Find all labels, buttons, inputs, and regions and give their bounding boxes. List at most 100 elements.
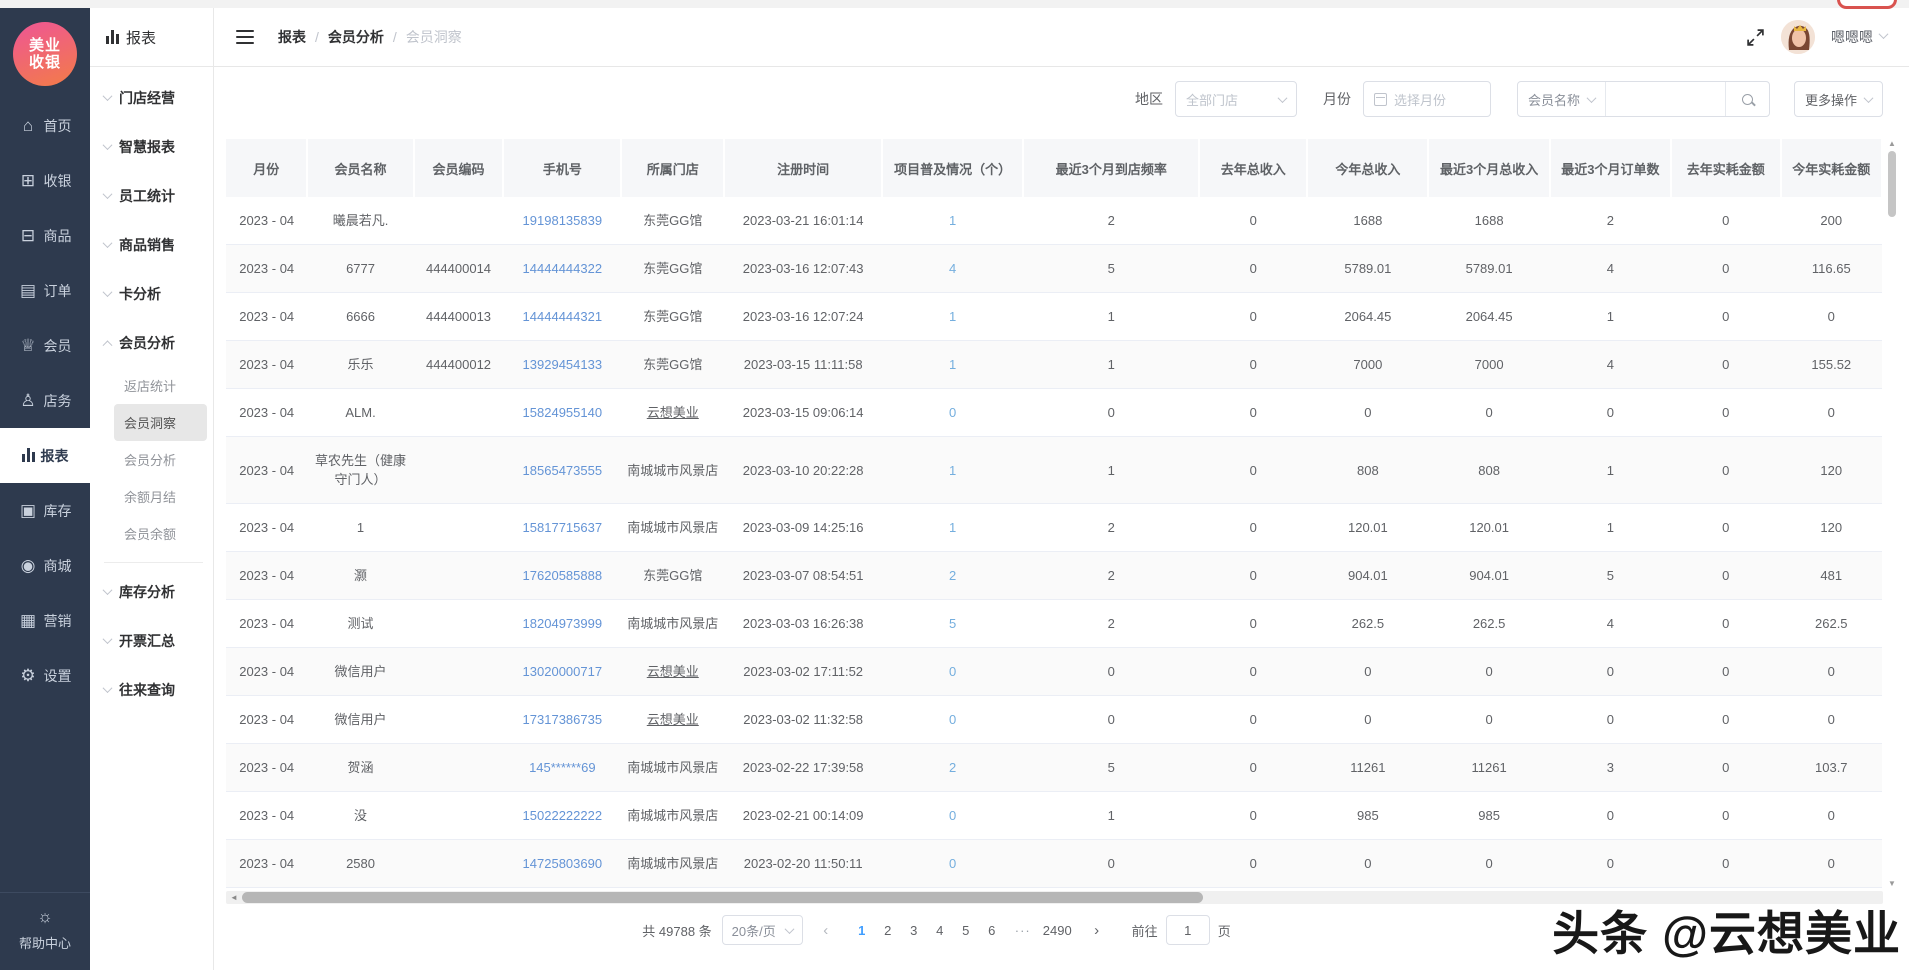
column-header[interactable]: 今年实耗金额 bbox=[1781, 139, 1882, 197]
column-header[interactable]: 项目普及情况（个） bbox=[882, 139, 1023, 197]
page-button-last[interactable]: 2490 bbox=[1041, 919, 1074, 942]
subnav-group-商品销售[interactable]: 商品销售 bbox=[90, 220, 213, 269]
breadcrumb-member-analysis[interactable]: 会员分析 bbox=[328, 27, 384, 47]
sidebar-item-库存[interactable]: ▣库存 bbox=[0, 483, 90, 538]
sidebar-item-订单[interactable]: ▤订单 bbox=[0, 263, 90, 318]
horizontal-scrollbar-thumb[interactable] bbox=[242, 892, 1203, 903]
project-coverage-link[interactable]: 1 bbox=[882, 197, 1023, 245]
sidebar-item-首页[interactable]: ⌂首页 bbox=[0, 98, 90, 153]
app-logo[interactable]: 美业 收银 bbox=[13, 22, 77, 86]
phone-link[interactable]: 13020000717 bbox=[503, 648, 621, 696]
user-avatar[interactable] bbox=[1781, 20, 1815, 54]
column-header[interactable]: 注册时间 bbox=[724, 139, 882, 197]
scroll-up-arrow-icon[interactable]: ▲ bbox=[1886, 139, 1898, 148]
page-button-6[interactable]: 6 bbox=[979, 919, 1005, 942]
phone-link[interactable]: 14444444322 bbox=[503, 245, 621, 293]
sidebar-item-报表[interactable]: 报表 bbox=[0, 428, 90, 483]
project-coverage-link[interactable]: 0 bbox=[882, 792, 1023, 840]
subnav-group-库存分析[interactable]: 库存分析 bbox=[90, 567, 213, 616]
subnav-group-智慧报表[interactable]: 智慧报表 bbox=[90, 122, 213, 171]
phone-link[interactable]: 15817715637 bbox=[503, 504, 621, 552]
next-page-button[interactable]: › bbox=[1084, 922, 1110, 939]
member-search-input[interactable] bbox=[1605, 82, 1725, 116]
subnav-item-会员分析[interactable]: 会员分析 bbox=[90, 441, 213, 478]
column-header[interactable]: 最近3个月总收入 bbox=[1428, 139, 1549, 197]
sidebar-item-设置[interactable]: ⚙设置 bbox=[0, 648, 90, 703]
member-field-select[interactable]: 会员名称 bbox=[1518, 82, 1605, 116]
vertical-scrollbar-thumb[interactable] bbox=[1888, 151, 1896, 217]
collapse-menu-icon[interactable] bbox=[236, 30, 254, 45]
subnav-group-卡分析[interactable]: 卡分析 bbox=[90, 269, 213, 318]
project-coverage-link[interactable]: 2 bbox=[882, 744, 1023, 792]
search-button[interactable] bbox=[1725, 82, 1769, 116]
vertical-scrollbar[interactable]: ▲ ▼ bbox=[1886, 139, 1898, 888]
subnav-item-会员余额[interactable]: 会员余额 bbox=[90, 515, 213, 552]
page-button-1[interactable]: 1 bbox=[849, 919, 875, 942]
user-menu[interactable]: 嗯嗯嗯 bbox=[1831, 27, 1887, 47]
sidebar-item-商城[interactable]: ◉商城 bbox=[0, 538, 90, 593]
sidebar-item-店务[interactable]: ♙店务 bbox=[0, 373, 90, 428]
scroll-left-arrow-icon[interactable]: ◄ bbox=[228, 891, 240, 904]
column-header[interactable]: 今年总收入 bbox=[1307, 139, 1428, 197]
phone-link[interactable]: 18204973999 bbox=[503, 600, 621, 648]
phone-link[interactable]: 14725803690 bbox=[503, 840, 621, 888]
project-coverage-link[interactable]: 4 bbox=[882, 245, 1023, 293]
phone-link[interactable]: 17317386735 bbox=[503, 696, 621, 744]
table-cell: 2023 - 04 bbox=[226, 504, 307, 552]
page-button-2[interactable]: 2 bbox=[875, 919, 901, 942]
phone-link[interactable]: 13929454133 bbox=[503, 341, 621, 389]
sidebar-item-help-center[interactable]: ☼ 帮助中心 bbox=[0, 892, 90, 970]
project-coverage-link[interactable]: 1 bbox=[882, 504, 1023, 552]
page-ellipsis[interactable]: ··· bbox=[1015, 923, 1031, 938]
column-header[interactable]: 手机号 bbox=[503, 139, 621, 197]
prev-page-button[interactable]: ‹ bbox=[813, 922, 839, 939]
sidebar-item-营销[interactable]: ▦营销 bbox=[0, 593, 90, 648]
page-size-select[interactable]: 20条/页 bbox=[722, 915, 803, 945]
region-select[interactable]: 全部门店 bbox=[1175, 81, 1297, 117]
phone-link[interactable]: 15022222222 bbox=[503, 792, 621, 840]
phone-link[interactable]: 15824955140 bbox=[503, 389, 621, 437]
fullscreen-icon[interactable] bbox=[1746, 28, 1765, 47]
project-coverage-link[interactable]: 0 bbox=[882, 389, 1023, 437]
column-header[interactable]: 去年总收入 bbox=[1199, 139, 1307, 197]
breadcrumb-report[interactable]: 报表 bbox=[278, 27, 306, 47]
scroll-down-arrow-icon[interactable]: ▼ bbox=[1886, 879, 1898, 888]
page-button-5[interactable]: 5 bbox=[953, 919, 979, 942]
phone-link[interactable]: 19198135839 bbox=[503, 197, 621, 245]
subnav-group-门店经营[interactable]: 门店经营 bbox=[90, 73, 213, 122]
subnav-item-会员洞察[interactable]: 会员洞察 bbox=[114, 404, 207, 441]
page-button-4[interactable]: 4 bbox=[927, 919, 953, 942]
phone-link[interactable]: 18565473555 bbox=[503, 437, 621, 504]
project-coverage-link[interactable]: 1 bbox=[882, 341, 1023, 389]
column-header[interactable]: 最近3个月订单数 bbox=[1550, 139, 1671, 197]
column-header[interactable]: 会员编码 bbox=[414, 139, 504, 197]
subnav-item-余额月结[interactable]: 余额月结 bbox=[90, 478, 213, 515]
subnav-group-会员分析[interactable]: 会员分析 bbox=[90, 318, 213, 367]
phone-link[interactable]: 17620585888 bbox=[503, 552, 621, 600]
column-header[interactable]: 所属门店 bbox=[621, 139, 724, 197]
project-coverage-link[interactable]: 1 bbox=[882, 437, 1023, 504]
column-header[interactable]: 最近3个月到店频率 bbox=[1023, 139, 1199, 197]
column-header[interactable]: 去年实耗金额 bbox=[1671, 139, 1781, 197]
page-button-3[interactable]: 3 bbox=[901, 919, 927, 942]
more-actions-button[interactable]: 更多操作 bbox=[1794, 81, 1883, 117]
goto-page-input[interactable] bbox=[1166, 915, 1210, 945]
project-coverage-link[interactable]: 0 bbox=[882, 648, 1023, 696]
sidebar-item-商品[interactable]: ⊟商品 bbox=[0, 208, 90, 263]
column-header[interactable]: 月份 bbox=[226, 139, 307, 197]
subnav-item-返店统计[interactable]: 返店统计 bbox=[90, 367, 213, 404]
project-coverage-link[interactable]: 0 bbox=[882, 840, 1023, 888]
project-coverage-link[interactable]: 5 bbox=[882, 600, 1023, 648]
project-coverage-link[interactable]: 2 bbox=[882, 552, 1023, 600]
subnav-group-开票汇总[interactable]: 开票汇总 bbox=[90, 616, 213, 665]
column-header[interactable]: 会员名称 bbox=[307, 139, 413, 197]
subnav-group-往来查询[interactable]: 往来查询 bbox=[90, 665, 213, 714]
project-coverage-link[interactable]: 1 bbox=[882, 293, 1023, 341]
month-picker[interactable]: 选择月份 bbox=[1363, 81, 1491, 117]
sidebar-item-收银[interactable]: ⊞收银 bbox=[0, 153, 90, 208]
sidebar-item-会员[interactable]: ♕会员 bbox=[0, 318, 90, 373]
phone-link[interactable]: 14444444321 bbox=[503, 293, 621, 341]
project-coverage-link[interactable]: 0 bbox=[882, 696, 1023, 744]
phone-link[interactable]: 145******69 bbox=[503, 744, 621, 792]
subnav-group-员工统计[interactable]: 员工统计 bbox=[90, 171, 213, 220]
